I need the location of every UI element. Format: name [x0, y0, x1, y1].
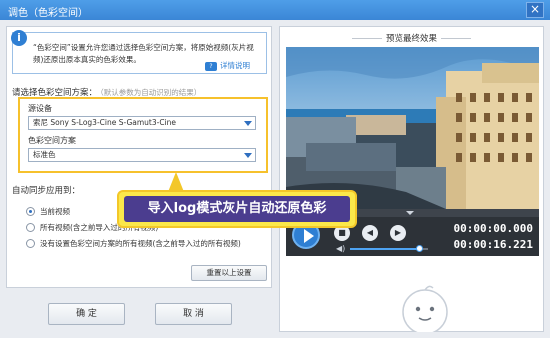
- sync-option-unset[interactable]: 没有设置色彩空间方案的所有视频(含之前导入过的所有视频): [26, 238, 241, 249]
- volume-knob[interactable]: [416, 245, 424, 252]
- mascot-illustration: [402, 285, 448, 332]
- preview-title: 预览最终效果: [280, 32, 543, 44]
- volume-icon: ◀): [336, 244, 346, 253]
- volume-slider[interactable]: [350, 245, 428, 252]
- help-link-label: 详情说明: [220, 61, 250, 70]
- cancel-button[interactable]: 取 消: [155, 303, 232, 325]
- scheme-box: 源设备 索尼 Sony S-Log3-Cine S-Gamut3-Cine 色彩…: [18, 97, 268, 173]
- feature-callout: 导入log模式灰片自动还原色彩: [117, 190, 357, 228]
- callout-pointer: [168, 172, 184, 192]
- settings-panel: i “色彩空间”设置允许您通过选择色彩空间方案，将原始视频(灰片视频)还原出原本…: [6, 26, 272, 288]
- help-icon: ?: [205, 62, 217, 71]
- sync-label: 自动同步应用到：: [12, 186, 81, 196]
- source-device-value: 索尼 Sony S-Log3-Cine S-Gamut3-Cine: [33, 118, 177, 127]
- preview-title-text: 预览最终效果: [385, 34, 437, 44]
- sync-option-current[interactable]: 当前视频: [26, 206, 70, 217]
- title-bar: 调色（色彩空间） ×: [0, 0, 550, 20]
- color-space-label: 色彩空间方案: [28, 136, 76, 145]
- current-time: 00:00:00.000: [453, 222, 533, 235]
- radio-icon: [26, 207, 35, 216]
- chevron-down-icon: [244, 121, 252, 126]
- callout-text: 导入log模式灰片自动还原色彩: [124, 196, 350, 222]
- chevron-down-icon: [244, 153, 252, 158]
- color-space-select[interactable]: 标准色: [28, 148, 256, 162]
- next-frame-button[interactable]: ▶: [390, 225, 406, 241]
- divider: [351, 38, 382, 39]
- ok-button[interactable]: 确 定: [48, 303, 125, 325]
- prev-frame-button[interactable]: ◀: [362, 225, 378, 241]
- close-button[interactable]: ×: [526, 2, 544, 18]
- reset-button[interactable]: 重置以上设置: [191, 265, 267, 281]
- divider: [441, 38, 471, 39]
- video-frame: [286, 47, 539, 209]
- scheme-hint: （默认参数为自动识别的结果）: [100, 88, 202, 97]
- volume-fill: [350, 248, 421, 250]
- sync-option-label: 当前视频: [40, 207, 70, 216]
- info-box: i “色彩空间”设置允许您通过选择色彩空间方案，将原始视频(灰片视频)还原出原本…: [11, 30, 267, 74]
- source-device-select[interactable]: 索尼 Sony S-Log3-Cine S-Gamut3-Cine: [28, 116, 256, 130]
- info-icon: i: [11, 30, 27, 46]
- color-space-value: 标准色: [33, 150, 56, 159]
- help-link[interactable]: ? 详情说明: [205, 60, 250, 71]
- sync-option-label: 没有设置色彩空间方案的所有视频(含之前导入过的所有视频): [40, 239, 241, 248]
- total-time: 00:00:16.221: [453, 238, 533, 251]
- window-title: 调色（色彩空间）: [8, 8, 88, 19]
- radio-icon: [26, 239, 35, 248]
- radio-icon: [26, 223, 35, 232]
- source-device-label: 源设备: [28, 104, 52, 113]
- chevron-down-icon: [406, 211, 414, 215]
- video-preview: [286, 47, 539, 209]
